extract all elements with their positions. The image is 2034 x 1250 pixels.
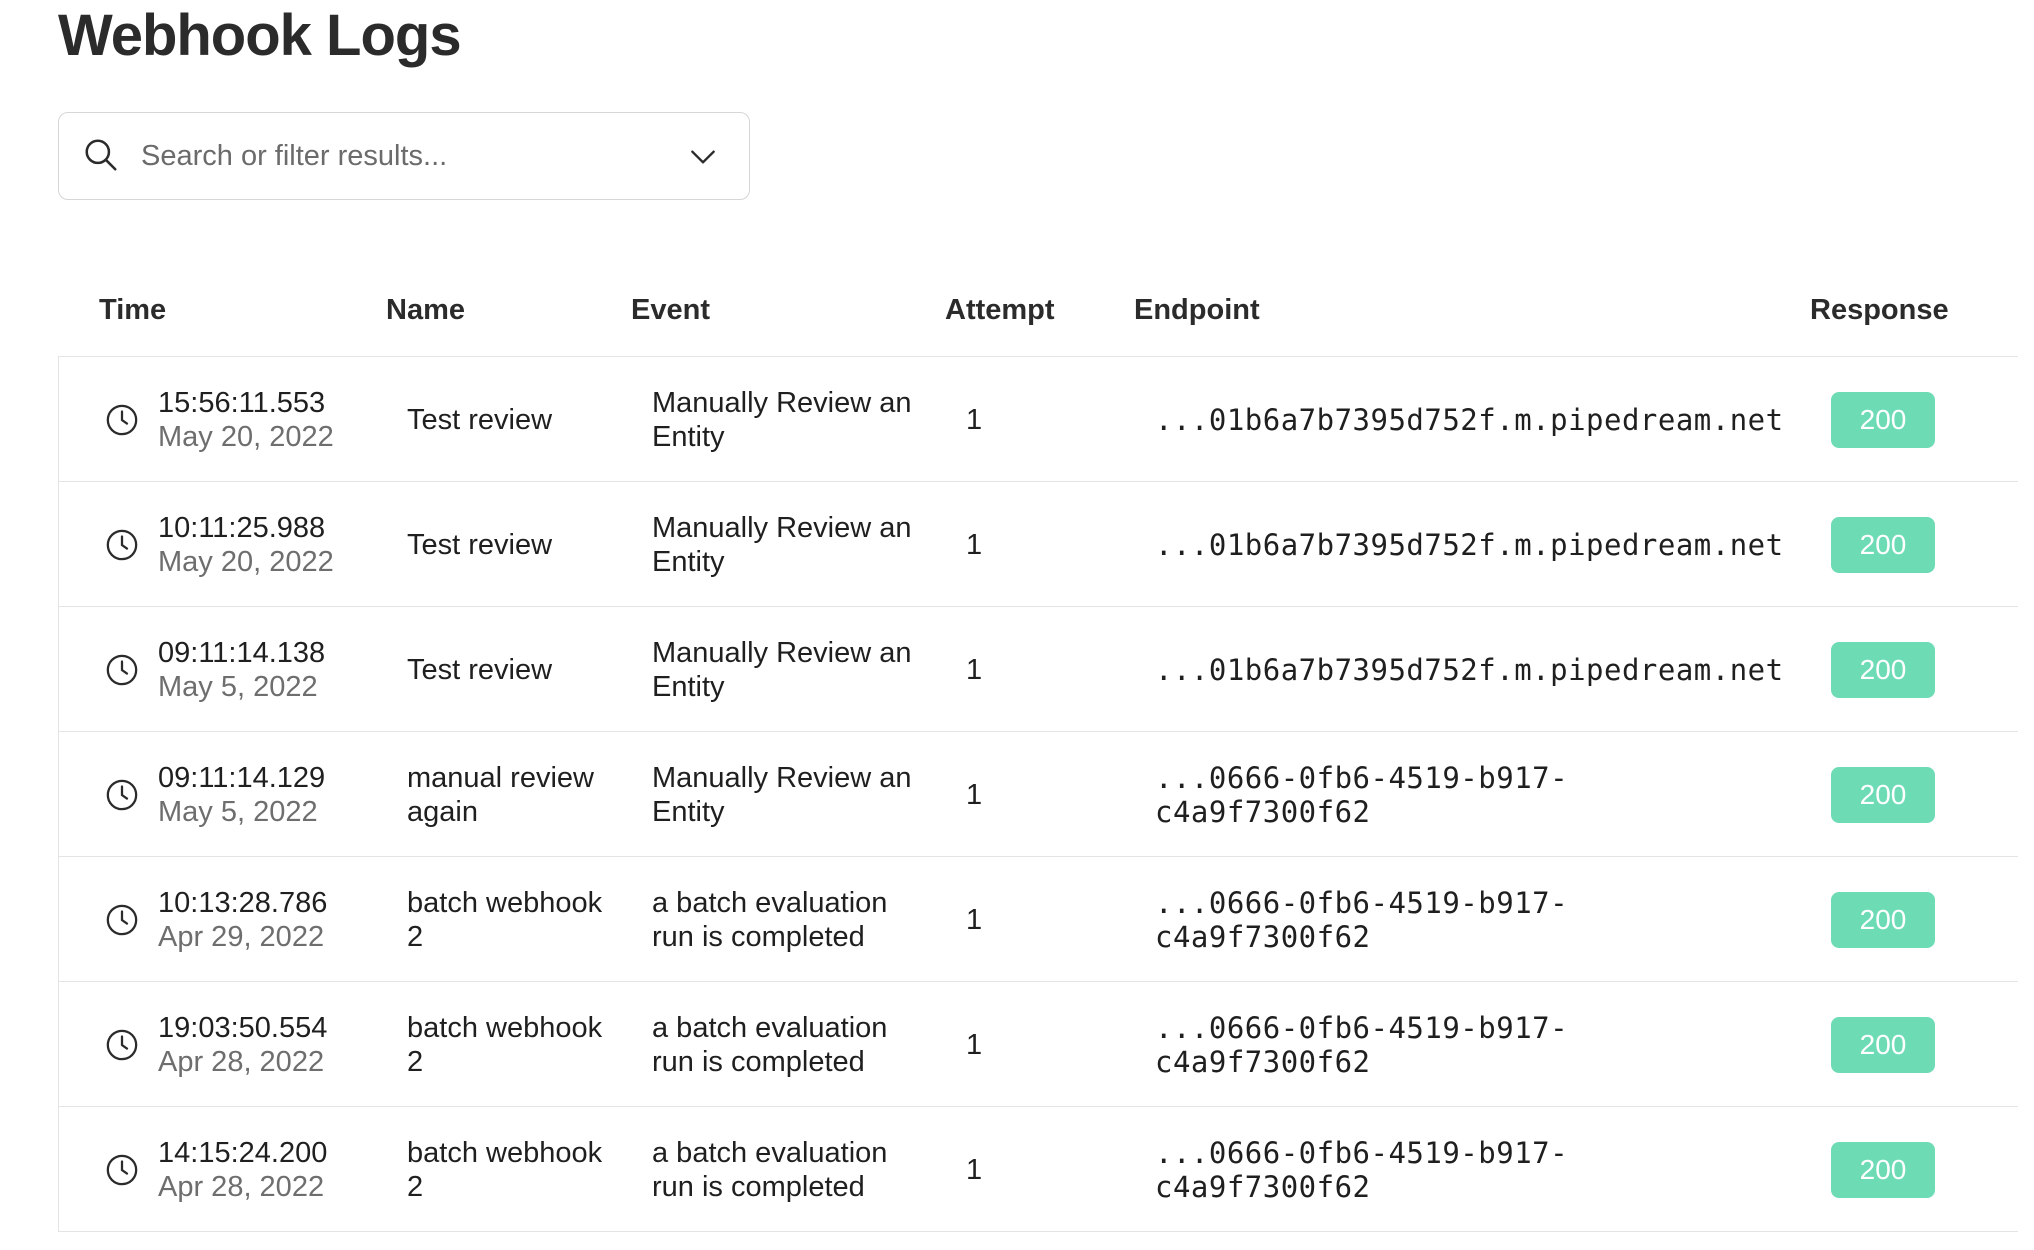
search-filter-box[interactable] — [58, 112, 750, 200]
log-date: Apr 29, 2022 — [158, 920, 325, 953]
response-status-badge: 200 — [1831, 516, 1935, 573]
clock-icon — [106, 529, 138, 561]
response-cell: 200 — [1831, 732, 1941, 857]
log-endpoint: ...0666-0fb6-4519-b917-c4a9f7300f62 — [1155, 1010, 1569, 1079]
log-event: a batch evaluation run is completed — [652, 1011, 888, 1078]
log-attempt: 1 — [966, 778, 983, 811]
time-cell: 14:15:24.200 Apr 28, 2022 — [158, 1107, 358, 1232]
log-event: Manually Review an Entity — [652, 386, 912, 453]
webhook-logs-table: Time Name Event Attempt Endpoint Respons… — [58, 280, 2018, 1232]
log-attempt: 1 — [966, 903, 983, 936]
log-date: May 5, 2022 — [158, 795, 318, 828]
log-attempt: 1 — [966, 528, 983, 561]
log-date: May 20, 2022 — [158, 545, 334, 578]
table-body: 15:56:11.553 May 20, 2022 Test review Ma… — [58, 357, 2018, 1232]
table-row[interactable]: 14:15:24.200 Apr 28, 2022 batch webhook … — [59, 1107, 2018, 1232]
log-name: batch webhook 2 — [407, 886, 603, 953]
column-header-time[interactable]: Time — [99, 294, 166, 327]
log-name: manual review again — [407, 761, 594, 828]
column-header-response[interactable]: Response — [1810, 294, 1949, 327]
log-endpoint: ...01b6a7b7395d752f.m.pipedream.net — [1155, 402, 1784, 437]
log-time: 10:11:25.988 — [158, 511, 326, 544]
response-status-badge: 200 — [1831, 641, 1935, 698]
log-endpoint: ...01b6a7b7395d752f.m.pipedream.net — [1155, 652, 1784, 687]
column-header-attempt[interactable]: Attempt — [945, 294, 1055, 327]
time-cell: 09:11:14.129 May 5, 2022 — [158, 732, 358, 857]
clock-icon — [106, 654, 138, 686]
log-time: 09:11:14.138 — [158, 636, 326, 669]
response-status-badge: 200 — [1831, 891, 1935, 948]
column-header-event[interactable]: Event — [631, 294, 710, 327]
log-name: batch webhook 2 — [407, 1136, 603, 1203]
response-cell: 200 — [1831, 482, 1941, 607]
log-date: Apr 28, 2022 — [158, 1045, 325, 1078]
log-event: a batch evaluation run is completed — [652, 1136, 888, 1203]
log-time: 15:56:11.553 — [158, 386, 326, 419]
log-attempt: 1 — [966, 653, 983, 686]
table-row[interactable]: 10:11:25.988 May 20, 2022 Test review Ma… — [59, 482, 2018, 607]
search-input[interactable] — [141, 131, 661, 181]
table-row[interactable]: 15:56:11.553 May 20, 2022 Test review Ma… — [59, 357, 2018, 482]
page-title: Webhook Logs — [58, 3, 462, 68]
column-header-endpoint[interactable]: Endpoint — [1134, 294, 1260, 327]
response-cell: 200 — [1831, 1107, 1941, 1232]
log-name: Test review — [407, 528, 553, 561]
clock-icon — [106, 404, 138, 436]
response-status-badge: 200 — [1831, 766, 1935, 823]
table-row[interactable]: 09:11:14.138 May 5, 2022 Test review Man… — [59, 607, 2018, 732]
time-cell: 10:13:28.786 Apr 29, 2022 — [158, 857, 358, 982]
log-time: 09:11:14.129 — [158, 761, 326, 794]
response-status-badge: 200 — [1831, 391, 1935, 448]
search-icon — [85, 139, 117, 171]
time-cell: 19:03:50.554 Apr 28, 2022 — [158, 982, 358, 1107]
log-name: batch webhook 2 — [407, 1011, 603, 1078]
log-endpoint: ...01b6a7b7395d752f.m.pipedream.net — [1155, 527, 1784, 562]
log-event: Manually Review an Entity — [652, 511, 912, 578]
log-event: a batch evaluation run is completed — [652, 886, 888, 953]
time-cell: 15:56:11.553 May 20, 2022 — [158, 357, 358, 482]
table-header: Time Name Event Attempt Endpoint Respons… — [58, 280, 2018, 357]
log-date: May 5, 2022 — [158, 670, 318, 703]
response-status-badge: 200 — [1831, 1141, 1935, 1198]
log-date: May 20, 2022 — [158, 420, 334, 453]
chevron-down-icon[interactable] — [687, 141, 719, 173]
table-row[interactable]: 09:11:14.129 May 5, 2022 manual review a… — [59, 732, 2018, 857]
table-row[interactable]: 10:13:28.786 Apr 29, 2022 batch webhook … — [59, 857, 2018, 982]
response-cell: 200 — [1831, 982, 1941, 1107]
table-row[interactable]: 19:03:50.554 Apr 28, 2022 batch webhook … — [59, 982, 2018, 1107]
log-name: Test review — [407, 403, 553, 436]
response-cell: 200 — [1831, 857, 1941, 982]
log-name: Test review — [407, 653, 553, 686]
clock-icon — [106, 904, 138, 936]
response-status-badge: 200 — [1831, 1016, 1935, 1073]
log-event: Manually Review an Entity — [652, 761, 912, 828]
response-cell: 200 — [1831, 607, 1941, 732]
time-cell: 09:11:14.138 May 5, 2022 — [158, 607, 358, 732]
log-endpoint: ...0666-0fb6-4519-b917-c4a9f7300f62 — [1155, 760, 1569, 829]
log-attempt: 1 — [966, 403, 983, 436]
log-time: 19:03:50.554 — [158, 1011, 328, 1044]
log-attempt: 1 — [966, 1028, 983, 1061]
log-time: 10:13:28.786 — [158, 886, 328, 919]
clock-icon — [106, 1154, 138, 1186]
log-date: Apr 28, 2022 — [158, 1170, 325, 1203]
log-time: 14:15:24.200 — [158, 1136, 328, 1169]
log-endpoint: ...0666-0fb6-4519-b917-c4a9f7300f62 — [1155, 885, 1569, 954]
log-event: Manually Review an Entity — [652, 636, 912, 703]
log-attempt: 1 — [966, 1153, 983, 1186]
clock-icon — [106, 1029, 138, 1061]
response-cell: 200 — [1831, 357, 1941, 482]
clock-icon — [106, 779, 138, 811]
log-endpoint: ...0666-0fb6-4519-b917-c4a9f7300f62 — [1155, 1135, 1569, 1204]
column-header-name[interactable]: Name — [386, 294, 465, 327]
time-cell: 10:11:25.988 May 20, 2022 — [158, 482, 358, 607]
